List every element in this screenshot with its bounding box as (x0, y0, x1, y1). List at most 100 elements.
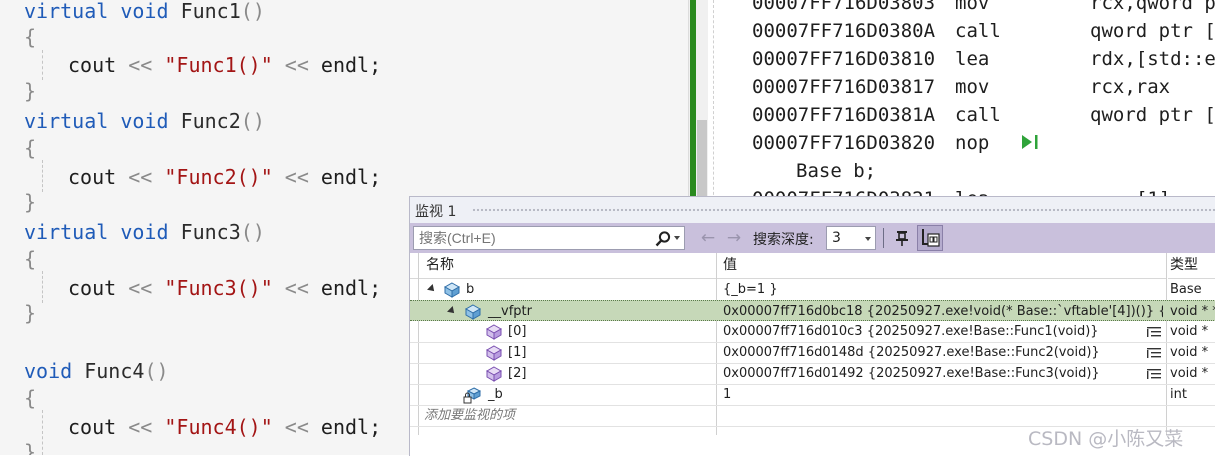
scroll-thumb[interactable] (697, 120, 707, 200)
disasm-operand: qword ptr [ (1090, 20, 1215, 42)
watch-row-_b[interactable]: _b 1 int (410, 384, 1215, 406)
keyword: virtual (24, 0, 109, 23)
watch-value[interactable]: 0x00007ff716d0bc18 {20250927.exe!void(* … (723, 301, 1163, 322)
field-icon (485, 345, 503, 361)
field-icon (464, 304, 482, 320)
watch-title: 监视 1 (415, 204, 457, 220)
visualizer-icon[interactable] (1146, 346, 1162, 360)
watch-value[interactable]: 0x00007ff716d01492 {20250927.exe!Base::F… (723, 363, 1163, 384)
margin-separator (713, 0, 714, 210)
indent-guide (42, 160, 43, 192)
keyword: void (120, 220, 169, 244)
disasm-address: 00007FF716D0381A (752, 104, 936, 126)
watch-row-index-1[interactable]: [1] 0x00007ff716d0148d {20250927.exe!Bas… (410, 342, 1215, 364)
execution-indicator-bar (690, 0, 696, 200)
pin-icon[interactable] (891, 227, 913, 249)
watch-name: [0] (508, 324, 527, 339)
code-line-func1-decl: virtual void Func1() (24, 0, 265, 23)
search-depth-select[interactable]: 3 (826, 226, 876, 250)
string-literal: "Func3()" (164, 276, 273, 300)
step-over-icon[interactable] (1020, 133, 1042, 151)
watermark: CSDN @小陈又菜 (1028, 428, 1184, 450)
keyword: virtual (24, 109, 109, 133)
arrow-left-icon[interactable]: ← (698, 228, 718, 248)
watch-value[interactable]: 0x00007ff716d0148d {20250927.exe!Base::F… (723, 342, 1163, 363)
visualizer-icon[interactable] (1146, 367, 1162, 381)
code-line-cout: cout << "Func4()" << endl; (68, 415, 382, 439)
add-watch-placeholder: 添加要监视的项 (424, 408, 516, 423)
search-box[interactable] (413, 226, 685, 250)
code-line-cout: cout << "Func1()" << endl; (68, 53, 382, 77)
watch-title-bar[interactable]: 监视 1 (410, 197, 1215, 223)
disasm-address: 00007FF716D03817 (752, 76, 936, 98)
watch-row-vfptr[interactable]: __vfptr 0x00007ff716d0bc18 {20250927.exe… (410, 300, 1215, 321)
disasm-source-line: Base b; (796, 160, 877, 182)
watch-type: int (1170, 387, 1187, 402)
keyword: void (24, 359, 73, 383)
watch-window[interactable]: 监视 1 ← → 搜索深度: 3 (409, 196, 1215, 456)
arrow-right-icon[interactable]: → (724, 228, 744, 248)
private-field-icon (463, 387, 481, 404)
watch-value[interactable]: 1 (723, 384, 1163, 405)
string-literal: "Func2()" (164, 165, 273, 189)
disasm-address: 00007FF716D03820 (752, 132, 936, 154)
disassembly-view[interactable]: 00007FF716D03803 mov rcx,qword p 00007FF… (708, 0, 1215, 210)
watch-row-index-0[interactable]: [0] 0x00007ff716d010c3 {20250927.exe!Bas… (410, 321, 1215, 343)
watch-name: [2] (508, 366, 527, 381)
watch-row-index-2[interactable]: [2] 0x00007ff716d01492 {20250927.exe!Bas… (410, 363, 1215, 385)
disasm-mnemonic: mov (955, 0, 990, 14)
disasm-mnemonic: call (955, 20, 1001, 42)
expand-toggle[interactable] (427, 284, 437, 294)
column-header-type[interactable]: 类型 (1168, 253, 1215, 279)
string-literal: "Func4()" (164, 415, 273, 439)
column-header-name[interactable]: 名称 (410, 253, 716, 279)
disasm-mnemonic: nop (955, 132, 990, 154)
disasm-operand: rcx,qword p (1090, 0, 1215, 14)
string-literal: "Func1()" (164, 53, 273, 77)
disasm-operand: rdx,[std::e (1090, 48, 1215, 70)
function-name: Func2 (180, 109, 241, 133)
search-input[interactable] (414, 227, 650, 249)
disasm-mnemonic: mov (955, 76, 990, 98)
watch-value[interactable]: 0x00007ff716d010c3 {20250927.exe!Base::F… (723, 321, 1163, 342)
code-line-func4-decl: void Func4() (24, 359, 169, 383)
code-line-brace: { (24, 136, 37, 160)
code-line-brace: } (24, 440, 37, 455)
watch-value[interactable]: {_b=1 } (723, 279, 1163, 300)
watch-type: void * (1170, 366, 1209, 381)
expand-toggle[interactable] (447, 306, 457, 316)
disasm-operand: rcx,rax (1090, 76, 1171, 98)
watch-type: Base (1170, 282, 1202, 297)
object-icon (443, 282, 461, 298)
disasm-mnemonic: call (955, 104, 1001, 126)
toolbar-divider (883, 228, 884, 248)
disasm-address: 00007FF716D03803 (752, 0, 936, 14)
field-icon (485, 366, 503, 382)
watch-type: void * * (1170, 304, 1215, 319)
watch-row-b[interactable]: b {_b=1 } Base (410, 279, 1215, 301)
watch-toolbar: ← → 搜索深度: 3 (410, 223, 1215, 253)
indent-guide (42, 410, 43, 455)
code-line-func2-decl: virtual void Func2() (24, 109, 265, 133)
code-line-brace: } (24, 301, 37, 325)
code-line-brace: { (24, 386, 37, 410)
watch-name: _b (488, 387, 503, 402)
watch-type: void * (1170, 345, 1209, 360)
keyword: void (120, 109, 169, 133)
code-line-brace: } (24, 79, 37, 103)
search-depth-value: 3 (832, 230, 841, 246)
watch-name: __vfptr (488, 304, 532, 319)
function-name: Func1 (180, 0, 241, 23)
title-grip[interactable] (472, 208, 1215, 213)
code-line-brace: { (24, 25, 37, 49)
disasm-mnemonic: lea (955, 48, 990, 70)
visualizer-icon[interactable] (1146, 325, 1162, 339)
code-line-brace: { (24, 247, 37, 271)
search-icon[interactable] (654, 230, 672, 248)
hex-display-button[interactable] (917, 225, 943, 251)
watch-name: [1] (508, 345, 527, 360)
watch-name: b (466, 282, 475, 297)
column-header-value[interactable]: 值 (717, 253, 1167, 279)
search-depth-label: 搜索深度: (753, 232, 814, 248)
chevron-down-icon[interactable] (674, 236, 680, 240)
